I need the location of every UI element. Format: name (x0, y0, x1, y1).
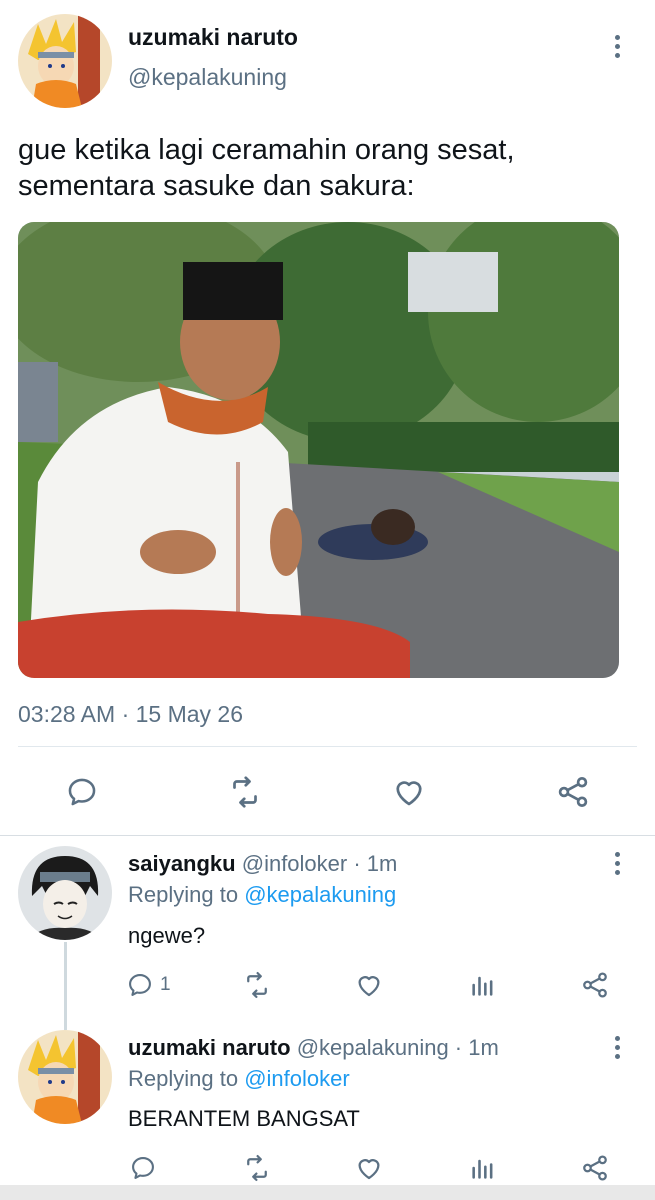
share-button[interactable] (578, 1151, 612, 1185)
retweet-button[interactable] (240, 1151, 274, 1185)
tweet-photo[interactable] (18, 222, 619, 678)
avatar[interactable] (18, 14, 112, 108)
reply-count: 1 (160, 974, 171, 995)
more-options-icon[interactable] (602, 26, 632, 66)
retweet-icon (233, 776, 257, 808)
reply-button[interactable]: 1 (126, 968, 171, 1002)
tweet-text: gue ketika lagi ceramahin orang sesat, s… (18, 132, 628, 204)
reply-author-name[interactable]: uzumaki naruto (128, 1035, 291, 1060)
analytics-icon (472, 976, 493, 996)
divider (0, 835, 655, 836)
avatar-sai-image (18, 846, 112, 940)
like-button[interactable] (352, 1151, 386, 1185)
reply-author-line: saiyangku @infoloker · 1m (128, 851, 397, 877)
reply-author-handle-time[interactable]: @kepalakuning · 1m (297, 1035, 499, 1060)
reply-icon (129, 974, 151, 996)
more-options-icon[interactable] (602, 1027, 632, 1067)
reply-author-handle-time[interactable]: @infoloker · 1m (242, 851, 398, 876)
tweet-text-line: gue ketika lagi ceramahin orang sesat, (18, 134, 515, 166)
avatar-naruto-image (18, 14, 112, 108)
retweet-icon (247, 1155, 267, 1181)
replying-to-prefix: Replying to (128, 1066, 245, 1091)
retweet-button[interactable] (225, 772, 265, 812)
retweet-icon (247, 972, 267, 998)
share-button[interactable] (553, 772, 593, 812)
avatar[interactable] (18, 1030, 112, 1124)
photo-image (18, 222, 619, 678)
share-button[interactable] (578, 968, 612, 1002)
timestamp[interactable]: 03:28 AM · 15 May 26 (18, 701, 243, 728)
replying-to-mention[interactable]: @kepalakuning (244, 882, 396, 907)
reply-button[interactable] (62, 772, 102, 812)
analytics-button[interactable] (466, 968, 500, 1002)
bottom-edge (0, 1185, 655, 1200)
like-button[interactable] (389, 772, 429, 812)
share-icon (558, 777, 588, 807)
like-button[interactable] (352, 968, 386, 1002)
avatar-naruto-image (18, 1030, 112, 1124)
tweet-text-line: sementara sasuke dan sakura: (18, 170, 415, 202)
reply-button[interactable] (126, 1151, 160, 1185)
reply-text: BERANTEM BANGSAT (128, 1106, 360, 1131)
like-icon (396, 781, 422, 806)
reply-author-name[interactable]: saiyangku (128, 851, 236, 876)
replying-to: Replying to @infoloker (128, 1066, 350, 1092)
replying-to-mention[interactable]: @infoloker (244, 1066, 350, 1091)
author-handle[interactable]: @kepalakuning (128, 64, 287, 91)
replying-to-prefix: Replying to (128, 882, 245, 907)
reply-icon (132, 1157, 154, 1179)
author-name[interactable]: uzumaki naruto (128, 24, 298, 51)
share-icon (583, 972, 607, 998)
more-options-icon[interactable] (602, 843, 632, 883)
reply-text: ngewe? (128, 923, 206, 948)
share-icon (583, 1155, 607, 1181)
reply-author-line: uzumaki naruto @kepalakuning · 1m (128, 1035, 499, 1061)
avatar[interactable] (18, 846, 112, 940)
retweet-button[interactable] (240, 968, 274, 1002)
reply-icon (68, 778, 96, 806)
analytics-button[interactable] (466, 1151, 500, 1185)
divider (18, 746, 637, 747)
thread-connector (64, 942, 67, 1030)
like-icon (358, 1159, 380, 1180)
like-icon (358, 976, 380, 997)
replying-to: Replying to @kepalakuning (128, 882, 396, 908)
analytics-icon (472, 1159, 493, 1179)
